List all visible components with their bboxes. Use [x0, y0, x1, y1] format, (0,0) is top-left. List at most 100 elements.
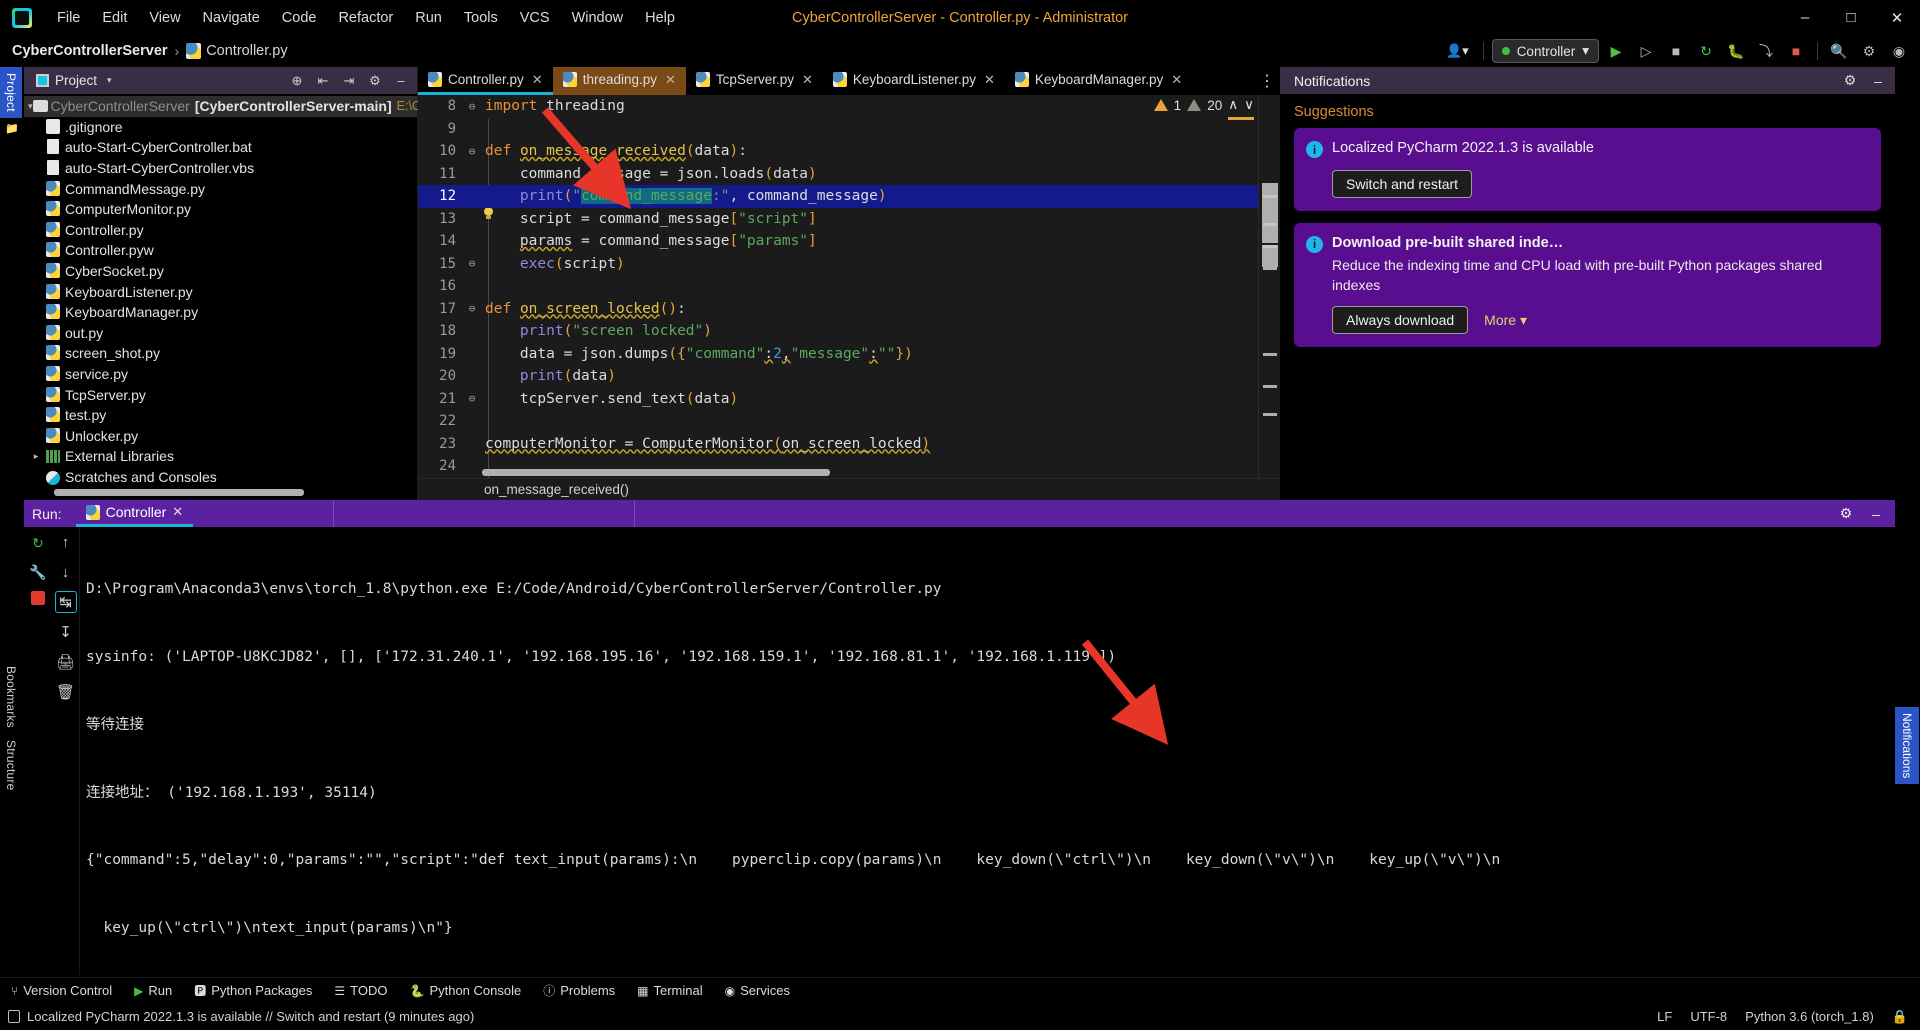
chevron-down-icon[interactable]: ▾: [107, 75, 112, 86]
menu-refactor[interactable]: Refactor: [327, 6, 404, 30]
list-item[interactable]: CommandMessage.py: [24, 178, 417, 199]
tool-window-version-control[interactable]: ⑂ Version Control: [0, 978, 123, 1004]
switch-and-restart-button[interactable]: Switch and restart: [1332, 169, 1473, 198]
stop-icon[interactable]: [31, 591, 45, 605]
tab-tcpserver-py[interactable]: TcpServer.py ✕: [686, 67, 823, 95]
list-item[interactable]: TcpServer.py: [24, 384, 417, 405]
list-item[interactable]: CyberSocket.py: [24, 261, 417, 282]
maximize-icon[interactable]: □: [1828, 0, 1874, 35]
code-line-19[interactable]: 19 data = json.dumps({"command":2,"messa…: [418, 343, 1258, 366]
list-item[interactable]: KeyboardManager.py: [24, 302, 417, 323]
gear-icon[interactable]: ⚙: [1856, 38, 1882, 64]
minimize-icon[interactable]: –: [1867, 70, 1889, 92]
user-account-icon[interactable]: 👤▾: [1440, 40, 1475, 62]
close-icon[interactable]: ✕: [1874, 0, 1920, 35]
attach-debugger-button[interactable]: ↻: [1693, 38, 1719, 64]
tool-window-problems[interactable]: ⓘ Problems: [532, 978, 626, 1004]
sidebar-item-notifications[interactable]: Notifications: [1895, 707, 1919, 785]
interpreter-indicator[interactable]: Python 3.6 (torch_1.8): [1745, 1009, 1874, 1024]
list-item[interactable]: ComputerMonitor.py: [24, 199, 417, 220]
print-icon[interactable]: 🖨: [55, 651, 77, 673]
editor-tabs-more-icon[interactable]: ⋮: [1254, 67, 1280, 95]
tool-window-python-packages[interactable]: 🅿 Python Packages: [183, 978, 323, 1004]
tab-keyboardmanager-py[interactable]: KeyboardManager.py ✕: [1005, 67, 1192, 95]
breadcrumb-project[interactable]: CyberControllerServer: [12, 43, 168, 59]
list-item[interactable]: Unlocker.py: [24, 426, 417, 447]
close-icon[interactable]: ✕: [665, 72, 676, 88]
minimize-icon[interactable]: –: [1865, 503, 1887, 525]
code-line-10[interactable]: 10 ⊖ def on_message_received(data):: [418, 140, 1258, 163]
collapse-all-icon[interactable]: ⇥: [337, 70, 361, 92]
fold-icon[interactable]: ⊖: [464, 100, 480, 113]
code-line-18[interactable]: 18 print("screen locked"): [418, 320, 1258, 343]
notification-card-shared-indexes[interactable]: i Download pre-built shared inde… Reduce…: [1294, 222, 1881, 348]
fold-icon[interactable]: ⊖: [464, 145, 480, 158]
code-line-23[interactable]: 23 computerMonitor = ComputerMonitor(on_…: [418, 433, 1258, 456]
list-item[interactable]: Controller.pyw: [24, 240, 417, 261]
tab-keyboardlistener-py[interactable]: KeyboardListener.py ✕: [823, 67, 1005, 95]
always-download-button[interactable]: Always download: [1332, 306, 1469, 335]
list-item[interactable]: test.py: [24, 405, 417, 426]
stop-button[interactable]: ■: [1783, 38, 1809, 64]
inspection-summary[interactable]: 1 20 ∧ ∨: [1153, 97, 1254, 113]
event-log-icon[interactable]: [8, 1010, 20, 1023]
run-with-coverage-button[interactable]: ▷: [1633, 38, 1659, 64]
line-separator-indicator[interactable]: LF: [1657, 1009, 1672, 1024]
menu-file[interactable]: File: [46, 6, 91, 30]
menu-tools[interactable]: Tools: [453, 6, 509, 30]
code-line-20[interactable]: 20 print(data): [418, 365, 1258, 388]
code-line-12[interactable]: 12 print("command_message:", command_mes…: [418, 185, 1258, 208]
close-icon[interactable]: ✕: [172, 504, 183, 520]
menu-code[interactable]: Code: [271, 6, 328, 30]
rerun-icon[interactable]: ↻: [28, 533, 48, 553]
list-item[interactable]: Scratches and Consoles: [24, 467, 417, 488]
status-message[interactable]: Localized PyCharm 2022.1.3 is available …: [27, 1009, 474, 1024]
close-icon[interactable]: ✕: [984, 72, 995, 88]
project-files-icon[interactable]: 📁: [0, 118, 24, 140]
minimize-icon[interactable]: –: [1782, 0, 1828, 35]
fold-icon[interactable]: ⊖: [464, 257, 480, 270]
code-line-17[interactable]: 17 ⊖ def on_screen_locked():: [418, 298, 1258, 321]
breadcrumb[interactable]: CyberControllerServer › Controller.py: [0, 43, 288, 59]
list-item[interactable]: KeyboardListener.py: [24, 281, 417, 302]
inspection-strip[interactable]: [1258, 95, 1280, 500]
list-item[interactable]: service.py: [24, 364, 417, 385]
code-line-16[interactable]: 16: [418, 275, 1258, 298]
more-dropdown[interactable]: More ▾: [1484, 312, 1527, 329]
scroll-up-icon[interactable]: ↑: [55, 531, 77, 553]
code-line-14[interactable]: 14 params = command_message["params"]: [418, 230, 1258, 253]
window-controls[interactable]: – □ ✕: [1782, 0, 1920, 35]
next-problem-icon[interactable]: ∨: [1244, 97, 1254, 113]
select-opened-file-icon[interactable]: ⊕: [285, 70, 309, 92]
gear-icon[interactable]: ⚙: [1839, 70, 1861, 92]
scroll-down-icon[interactable]: ↓: [55, 561, 77, 583]
list-item[interactable]: screen_shot.py: [24, 343, 417, 364]
tab-threading-py[interactable]: threading.py ✕: [552, 67, 686, 95]
prev-problem-icon[interactable]: ∧: [1228, 97, 1238, 113]
code-lines[interactable]: 8 ⊖ import threading 9 10 ⊖ def on_messa…: [418, 95, 1258, 500]
code-line-21[interactable]: 21 ⊖ tcpServer.send_text(data): [418, 388, 1258, 411]
menu-run[interactable]: Run: [404, 6, 453, 30]
close-icon[interactable]: ✕: [532, 72, 543, 88]
breadcrumb-file[interactable]: Controller.py: [206, 43, 287, 59]
tab-controller-py[interactable]: Controller.py ✕: [418, 67, 553, 95]
run-tab-controller[interactable]: Controller ✕: [75, 500, 194, 527]
menu-view[interactable]: View: [138, 6, 191, 30]
list-item[interactable]: ▸ External Libraries: [24, 446, 417, 467]
editor-horizontal-scrollbar[interactable]: [482, 469, 830, 476]
gear-icon[interactable]: ⚙: [363, 70, 387, 92]
step-button[interactable]: ⤵: [1753, 38, 1779, 64]
hide-panel-icon[interactable]: –: [389, 70, 413, 92]
fold-icon[interactable]: ⊖: [464, 392, 480, 405]
menu-navigate[interactable]: Navigate: [192, 6, 271, 30]
lock-icon[interactable]: 🔒: [1892, 1009, 1908, 1025]
sidebar-item-structure[interactable]: Structure: [0, 734, 22, 797]
menu-help[interactable]: Help: [634, 6, 686, 30]
project-file-tree[interactable]: ▾ CyberControllerServer [CyberController…: [24, 94, 421, 488]
console-output[interactable]: D:\Program\Anaconda3\envs\torch_1.8\pyth…: [80, 527, 1895, 975]
soft-wrap-icon[interactable]: ↹: [54, 591, 77, 613]
menu-bar[interactable]: File Edit View Navigate Code Refactor Ru…: [46, 6, 686, 30]
list-item[interactable]: out.py: [24, 323, 417, 344]
tool-window-todo[interactable]: ☰ TODO: [323, 978, 398, 1004]
list-item[interactable]: auto-Start-CyberController.bat: [24, 137, 417, 158]
